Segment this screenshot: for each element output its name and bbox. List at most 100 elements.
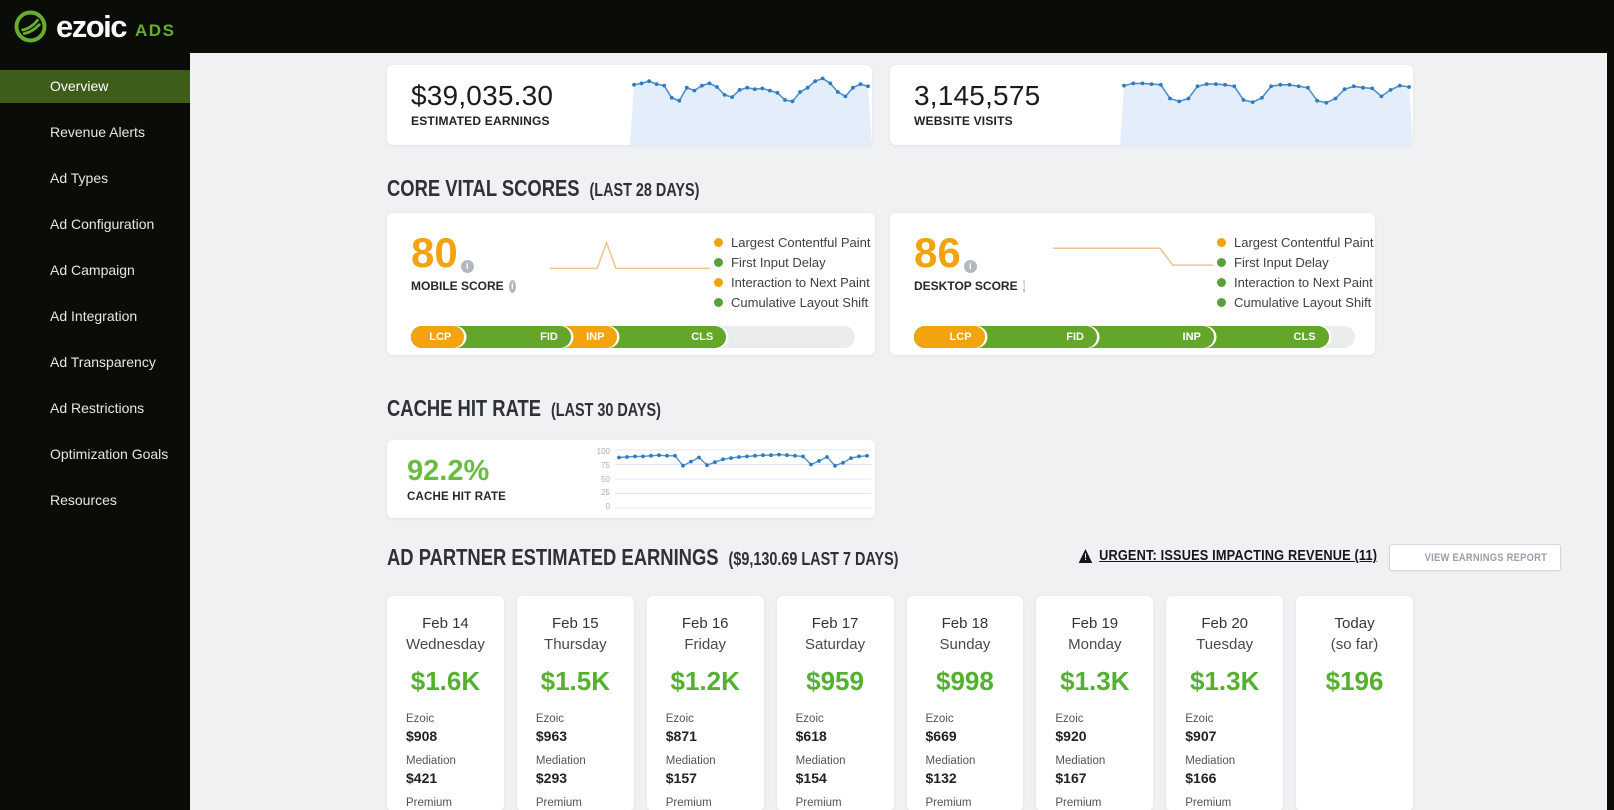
day-total: $998 xyxy=(936,666,994,696)
day-name: Thursday xyxy=(544,636,607,653)
vitals-row: 80 i MOBILE SCORE i Largest Contentful P… xyxy=(387,213,1413,355)
sidebar-item[interactable]: Ad Integration xyxy=(0,300,190,333)
cache-y-axis: 100 75 50 25 0 xyxy=(597,446,610,512)
day-name: Wednesday xyxy=(405,636,485,653)
breakdown-label: Premium xyxy=(406,797,453,809)
earnings-sparkline xyxy=(630,65,872,145)
breakdown-label: Ezoic xyxy=(795,713,824,725)
sidebar-item[interactable]: Ad Transparency xyxy=(0,346,190,379)
breakdown-row: Premium $187 xyxy=(796,796,894,810)
legend-item: First Input Delay xyxy=(714,255,870,270)
mobile-score-value: 80 xyxy=(411,229,458,276)
breakdown-row: Premium $197 xyxy=(926,796,1024,810)
breakdown-label: Premium xyxy=(925,797,972,809)
day-date: Feb 20 xyxy=(1201,615,1249,632)
sidebar-item[interactable]: Ad Types xyxy=(0,162,190,195)
y-tick-label: 25 xyxy=(601,488,610,498)
breakdown-label: Mediation xyxy=(665,755,716,767)
earnings-value: $39,035.30 xyxy=(411,80,554,111)
breakdown-row: Mediation $132 xyxy=(926,754,1024,787)
y-tick-label: 100 xyxy=(596,447,610,456)
day-total: $196 xyxy=(1325,666,1384,696)
breakdown-label: Ezoic xyxy=(925,713,954,725)
stats-row: $39,035.30 ESTIMATED EARNINGS 3,145,575 … xyxy=(387,65,1413,145)
day-date: Feb 19 xyxy=(1071,615,1119,632)
breakdown-label: Premium xyxy=(665,797,712,809)
view-earnings-report-button[interactable]: VIEW EARNINGS REPORT xyxy=(1388,544,1561,571)
day-name: Saturday xyxy=(805,636,866,653)
info-icon[interactable]: i xyxy=(460,260,474,273)
day-date: Feb 16 xyxy=(681,615,729,632)
cache-header: CACHE HIT RATE (LAST 30 DAYS) xyxy=(387,395,1413,422)
breakdown-value: $421 xyxy=(406,770,438,786)
sidebar-item[interactable]: Ad Restrictions xyxy=(0,392,190,425)
breakdown-row: Mediation $293 xyxy=(536,754,634,787)
day-date: Feb 18 xyxy=(941,615,989,632)
breakdown-value: $157 xyxy=(665,770,697,786)
sidebar-item[interactable]: Revenue Alerts xyxy=(0,116,190,149)
cache-title: CACHE HIT RATE xyxy=(387,395,542,421)
vitals-bar-segment: LCP xyxy=(914,326,985,348)
core-vitals-header: CORE VITAL SCORES (LAST 28 DAYS) xyxy=(387,175,1413,202)
info-icon[interactable]: i xyxy=(963,260,977,273)
sidebar-nav: Overview Revenue Alerts Ad Types Ad Conf… xyxy=(0,70,190,517)
desktop-score-value: 86 xyxy=(914,229,961,276)
core-vitals-subtitle: (LAST 28 DAYS) xyxy=(589,180,700,200)
day-name: Sunday xyxy=(939,636,991,653)
sidebar-item[interactable]: Ad Campaign xyxy=(0,254,190,287)
breakdown-value: $154 xyxy=(795,770,827,786)
breakdown-row: Premium $267 xyxy=(1055,796,1153,810)
day-date: Feb 15 xyxy=(551,615,599,632)
day-breakdown: Ezoic $871 Mediation $157 Premium xyxy=(647,712,764,810)
day-earnings-card: Today (so far) $196 xyxy=(1296,596,1413,810)
breakdown-label: Ezoic xyxy=(1055,713,1084,725)
breakdown-label: Premium xyxy=(535,797,582,809)
urgent-issues-link[interactable]: ! URGENT: ISSUES IMPACTING REVENUE (11) xyxy=(1079,547,1377,564)
sidebar-item[interactable]: Optimization Goals xyxy=(0,438,190,471)
legend-dot-icon xyxy=(714,238,723,247)
sidebar-item[interactable]: Ad Configuration xyxy=(0,208,190,241)
vitals-legend: Largest Contentful Paint First Input Del… xyxy=(1217,233,1373,310)
sidebar-item[interactable]: Resources xyxy=(0,484,190,517)
scrollbar[interactable] xyxy=(1607,0,1614,810)
breakdown-row: Premium $264 xyxy=(666,796,764,810)
cache-rate-label: CACHE HIT RATE xyxy=(407,491,507,503)
topbar: ezoic ADS xyxy=(0,0,1614,53)
breakdown-value: $907 xyxy=(1185,728,1217,744)
website-visits-card: 3,145,575 WEBSITE VISITS xyxy=(890,65,1413,145)
breakdown-label: Ezoic xyxy=(406,713,435,725)
breakdown-row: Ezoic $669 xyxy=(926,712,1024,745)
info-icon[interactable]: i xyxy=(1022,279,1026,293)
mobile-score-label: MOBILE SCORE xyxy=(411,279,504,293)
ad-partner-subtitle: ($9,130.69 LAST 7 DAYS) xyxy=(728,549,899,569)
visits-sparkline xyxy=(1120,65,1413,145)
legend-dot-icon xyxy=(1217,278,1226,287)
legend-dot-icon xyxy=(714,258,723,267)
cache-rate-value: 92.2% xyxy=(407,455,490,487)
day-earnings-card: Feb 18 Sunday $998 Ezoic $669 Mediation xyxy=(906,596,1024,810)
breakdown-row: Mediation $166 xyxy=(1185,754,1283,787)
day-total: $1.3K xyxy=(1189,666,1260,696)
desktop-score-card: 86 i DESKTOP SCORE i Largest Contentful … xyxy=(890,213,1375,355)
sidebar: Overview Revenue Alerts Ad Types Ad Conf… xyxy=(0,53,190,810)
ezoic-logo[interactable]: ezoic ADS xyxy=(13,9,175,44)
breakdown-label: Mediation xyxy=(795,755,846,767)
info-icon[interactable]: i xyxy=(508,279,516,293)
cache-subtitle: (LAST 30 DAYS) xyxy=(550,400,661,420)
breakdown-label: Mediation xyxy=(925,755,976,767)
y-tick-label: 50 xyxy=(601,474,610,484)
mobile-vitals-bar: LCP FID INP CLS xyxy=(411,326,855,348)
breakdown-label: Ezoic xyxy=(1185,713,1214,725)
day-earnings-card: Feb 20 Tuesday $1.3K Ezoic $907 Mediatio… xyxy=(1166,596,1284,810)
breakdown-row: Premium $292 xyxy=(406,796,504,810)
breakdown-row: Ezoic $618 xyxy=(796,712,894,745)
breakdown-label: Mediation xyxy=(1185,755,1236,767)
legend-item: Interaction to Next Paint xyxy=(1217,275,1373,290)
breakdown-row: Mediation $167 xyxy=(1055,754,1153,787)
visits-value: 3,145,575 xyxy=(914,80,1041,111)
breakdown-value: $167 xyxy=(1055,770,1087,786)
breakdown-value: $871 xyxy=(665,728,697,744)
day-breakdown: Ezoic $907 Mediation $166 Premium xyxy=(1166,712,1283,810)
sidebar-item[interactable]: Overview xyxy=(0,70,190,103)
breakdown-value: $963 xyxy=(535,728,568,744)
